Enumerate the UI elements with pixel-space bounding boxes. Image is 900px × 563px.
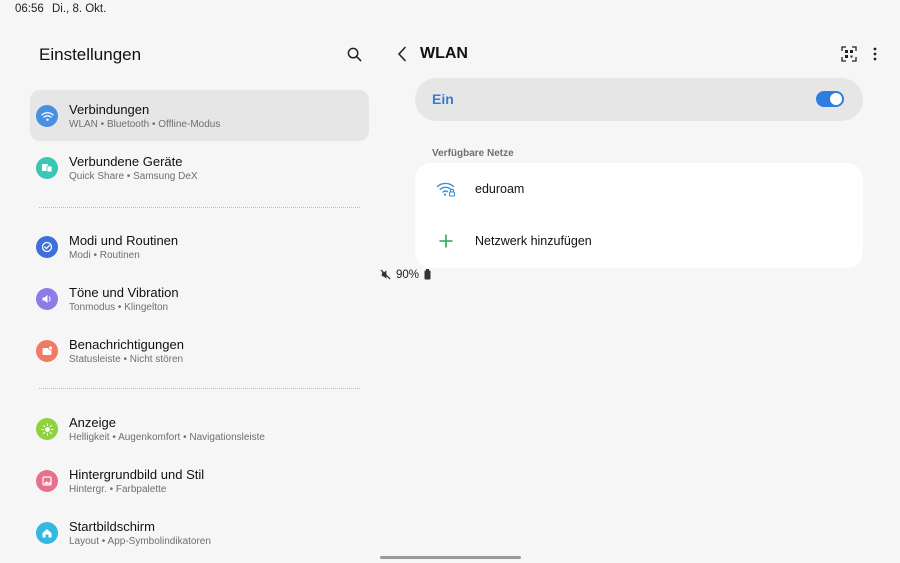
networks-list: eduroam Netzwerk hinzufügen: [415, 163, 863, 268]
section-divider: [39, 207, 360, 208]
status-bar: 06:56 Di., 8. Okt. 90%: [0, 0, 900, 281]
settings-pane: Einstellungen Verbindungen WLAN • Blueto…: [0, 20, 400, 563]
home-indicator[interactable]: [380, 556, 521, 559]
wifi-icon: [36, 105, 58, 127]
notification-icon: [36, 340, 58, 362]
menu-item-subtitle: Layout • App-Symbolindikatoren: [69, 536, 211, 547]
menu-item-verbundene-geraete[interactable]: Verbundene Geräte Quick Share • Samsung …: [30, 142, 369, 193]
menu-item-subtitle: Modi • Routinen: [69, 250, 140, 261]
wallpaper-icon: [36, 470, 58, 492]
speaker-icon: [36, 288, 58, 310]
add-network-button[interactable]: Netzwerk hinzufügen: [415, 215, 863, 267]
wifi-lock-icon: [435, 179, 457, 199]
network-name: eduroam: [475, 182, 525, 196]
search-icon[interactable]: [344, 44, 364, 64]
section-divider: [39, 388, 360, 389]
menu-item-title: Verbundene Geräte: [69, 154, 183, 169]
menu-item-title: Anzeige: [69, 415, 116, 430]
devices-icon: [36, 157, 58, 179]
check-circle-icon: [36, 236, 58, 258]
switch-knob: [830, 93, 842, 105]
menu-item-subtitle: Tonmodus • Klingelton: [69, 302, 169, 313]
home-icon: [36, 522, 58, 544]
status-date: Di., 8. Okt.: [52, 3, 107, 15]
wlan-master-toggle[interactable]: Ein: [415, 78, 863, 121]
menu-item-startbildschirm[interactable]: Startbildschirm Layout • App-Symbolindik…: [30, 507, 369, 558]
menu-item-modi-und-routinen[interactable]: Modi und Routinen Modi • Routinen: [30, 221, 369, 272]
network-item-eduroam[interactable]: eduroam: [415, 163, 863, 215]
more-options-icon[interactable]: [869, 45, 881, 63]
menu-item-hintergrundbild-und-stil[interactable]: Hintergrundbild und Stil Hintergr. • Far…: [30, 455, 369, 506]
back-icon[interactable]: [394, 44, 410, 64]
page-title: Einstellungen: [39, 45, 142, 64]
menu-item-subtitle: Quick Share • Samsung DeX: [69, 171, 198, 182]
sun-icon: [36, 418, 58, 440]
wlan-pane: WLAN Ein Verfügbare Netze eduroam Netzwe…: [380, 20, 900, 563]
menu-item-verbindungen[interactable]: Verbindungen WLAN • Bluetooth • Offline-…: [30, 90, 369, 141]
qr-scan-icon[interactable]: [840, 45, 858, 63]
wlan-switch[interactable]: [816, 91, 844, 107]
menu-item-subtitle: WLAN • Bluetooth • Offline-Modus: [69, 119, 221, 130]
menu-item-subtitle: Helligkeit • Augenkomfort • Navigationsl…: [69, 432, 265, 443]
add-network-label: Netzwerk hinzufügen: [475, 234, 592, 248]
available-networks-label: Verfügbare Netze: [432, 148, 514, 159]
menu-item-title: Modi und Routinen: [69, 233, 179, 248]
menu-item-anzeige[interactable]: Anzeige Helligkeit • Augenkomfort • Navi…: [30, 403, 369, 454]
menu-item-title: Startbildschirm: [69, 519, 155, 534]
menu-item-title: Benachrichtigungen: [69, 337, 184, 352]
menu-item-title: Töne und Vibration: [69, 285, 179, 300]
menu-item-benachrichtigungen[interactable]: Benachrichtigungen Statusleiste • Nicht …: [30, 325, 369, 376]
wlan-title: WLAN: [420, 45, 468, 62]
status-time: 06:56: [15, 3, 44, 15]
menu-item-title: Hintergrundbild und Stil: [69, 467, 205, 482]
menu-item-subtitle: Hintergr. • Farbpalette: [69, 484, 167, 495]
plus-icon: [435, 231, 457, 251]
menu-item-title: Verbindungen: [69, 102, 150, 117]
wlan-state-label: Ein: [432, 91, 454, 107]
menu-item-toene-und-vibration[interactable]: Töne und Vibration Tonmodus • Klingelton: [30, 273, 369, 324]
menu-item-subtitle: Statusleiste • Nicht stören: [69, 354, 184, 365]
